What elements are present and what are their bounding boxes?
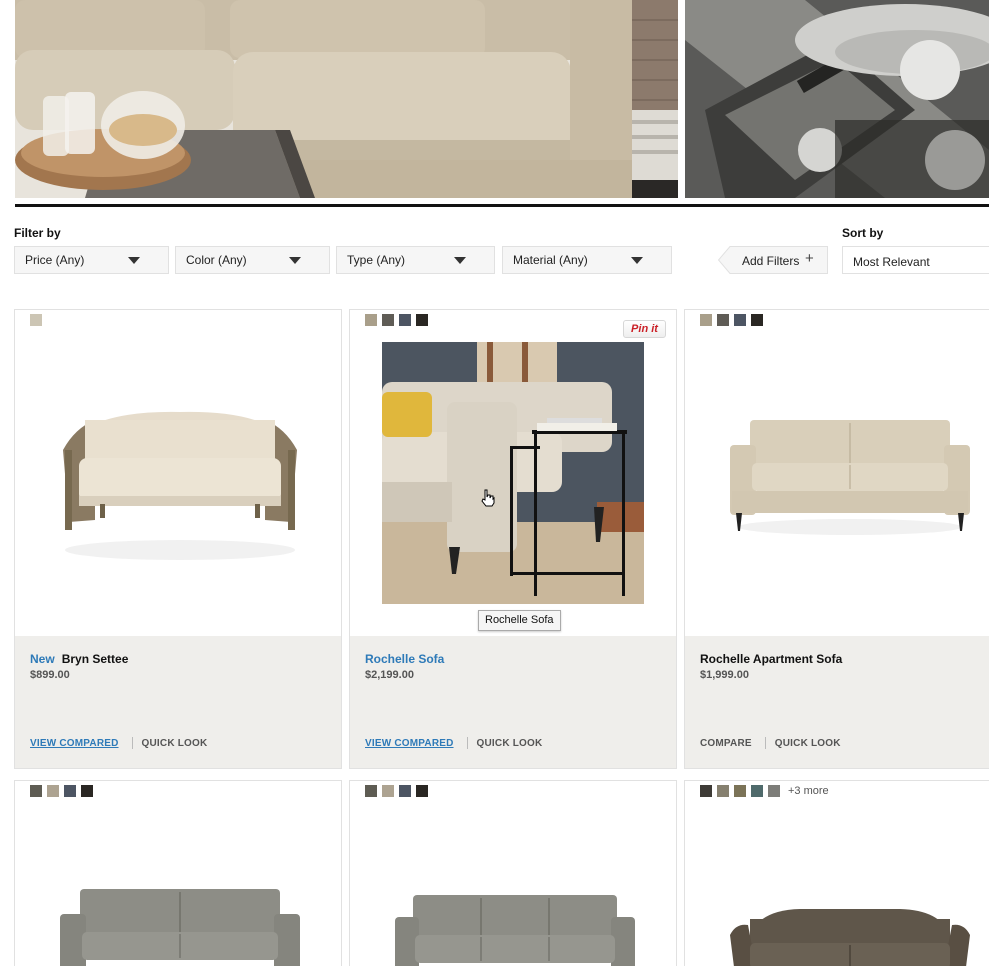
hero-banner [15, 0, 989, 198]
divider [131, 737, 133, 749]
color-swatch[interactable] [382, 314, 394, 326]
color-swatch[interactable] [365, 314, 377, 326]
compare-link[interactable]: COMPARE [700, 738, 752, 749]
filter-by-label: Filter by [14, 226, 61, 240]
color-swatch[interactable] [416, 314, 428, 326]
color-swatches [30, 785, 93, 797]
sort-value: Most Relevant [853, 255, 930, 269]
product-card-rochelle-apartment-sofa[interactable]: Rochelle Apartment Sofa $1,999.00 COMPAR… [684, 309, 989, 769]
color-swatches [30, 314, 42, 326]
product-image-rochelle-apartment-sofa[interactable] [730, 415, 970, 545]
color-swatches [365, 785, 428, 797]
sort-by-label: Sort by [842, 226, 884, 240]
color-filter-label: Color (Any) [186, 253, 247, 267]
product-actions: COMPARE QUICK LOOK [700, 737, 841, 749]
product-name[interactable]: New Bryn Settee [30, 652, 128, 666]
price-filter-dropdown[interactable]: Price (Any) [14, 246, 169, 274]
product-image-brown-sofa[interactable] [730, 905, 970, 966]
product-tooltip: Rochelle Sofa [478, 610, 561, 631]
chevron-down-icon [454, 256, 466, 264]
product-price: $899.00 [30, 669, 70, 681]
color-swatch[interactable] [399, 785, 411, 797]
type-filter-label: Type (Any) [347, 253, 406, 267]
color-swatch[interactable] [700, 785, 712, 797]
quick-look-link[interactable]: QUICK LOOK [775, 738, 841, 749]
product-image-area [15, 310, 341, 636]
product-card[interactable] [349, 780, 677, 966]
color-swatch[interactable] [382, 785, 394, 797]
new-badge: New [30, 652, 55, 666]
add-filters-button[interactable]: Add Filters + [718, 246, 828, 274]
product-image-rochelle-sofa[interactable] [382, 342, 644, 604]
product-image-bryn-settee[interactable] [55, 400, 305, 580]
hero-image-craftsman [685, 0, 989, 198]
color-swatch[interactable] [734, 785, 746, 797]
product-price: $1,999.00 [700, 669, 749, 681]
chevron-down-icon [631, 256, 643, 264]
hand-cursor-icon [481, 489, 495, 507]
product-name-text[interactable]: Bryn Settee [62, 652, 129, 666]
color-swatch[interactable] [81, 785, 93, 797]
view-compared-link[interactable]: VIEW COMPARED [30, 738, 119, 749]
color-swatch[interactable] [399, 314, 411, 326]
product-image-gray-three-seat-sofa[interactable] [395, 895, 635, 966]
more-colors-link[interactable]: +3 more [788, 785, 829, 797]
product-card-bryn-settee[interactable]: New Bryn Settee $899.00 VIEW COMPARED QUI… [14, 309, 342, 769]
color-swatch[interactable] [64, 785, 76, 797]
product-card-rochelle-sofa[interactable]: Pin it Rochelle Sofa Rochelle Sofa $2,19… [349, 309, 677, 769]
color-swatch[interactable] [47, 785, 59, 797]
product-card[interactable]: +3 more [684, 780, 989, 966]
price-filter-label: Price (Any) [25, 253, 85, 267]
product-info-panel: Rochelle Sofa $2,199.00 VIEW COMPARED QU… [350, 636, 676, 768]
product-card[interactable] [14, 780, 342, 966]
color-swatch[interactable] [30, 314, 42, 326]
color-filter-dropdown[interactable]: Color (Any) [175, 246, 330, 274]
product-image-gray-sofa[interactable] [60, 889, 300, 966]
color-swatches: +3 more [700, 785, 829, 797]
material-filter-label: Material (Any) [513, 253, 588, 267]
sort-dropdown[interactable]: Most Relevant [842, 246, 989, 274]
quick-look-link[interactable]: QUICK LOOK [142, 738, 208, 749]
chevron-down-icon [128, 256, 140, 264]
color-swatch[interactable] [751, 314, 763, 326]
hero-image-living-room [15, 0, 678, 198]
product-info-panel: New Bryn Settee $899.00 VIEW COMPARED QUI… [15, 636, 341, 768]
product-image-area: Pin it Rochelle Sofa [350, 310, 676, 636]
product-actions: VIEW COMPARED QUICK LOOK [365, 737, 542, 749]
quick-look-link[interactable]: QUICK LOOK [477, 738, 543, 749]
divider [466, 737, 468, 749]
color-swatch[interactable] [717, 785, 729, 797]
color-swatch[interactable] [717, 314, 729, 326]
product-info-panel: Rochelle Apartment Sofa $1,999.00 COMPAR… [685, 636, 989, 768]
product-name[interactable]: Rochelle Apartment Sofa [700, 652, 842, 666]
color-swatch[interactable] [700, 314, 712, 326]
pin-it-button[interactable]: Pin it [623, 320, 666, 338]
color-swatch[interactable] [30, 785, 42, 797]
color-swatches [365, 314, 428, 326]
color-swatch[interactable] [768, 785, 780, 797]
add-filters-label: Add Filters [742, 254, 800, 268]
color-swatch[interactable] [751, 785, 763, 797]
plus-icon: + [805, 250, 814, 267]
product-actions: VIEW COMPARED QUICK LOOK [30, 737, 207, 749]
product-price: $2,199.00 [365, 669, 414, 681]
divider [764, 737, 766, 749]
color-swatch[interactable] [734, 314, 746, 326]
view-compared-link[interactable]: VIEW COMPARED [365, 738, 454, 749]
color-swatch[interactable] [416, 785, 428, 797]
material-filter-dropdown[interactable]: Material (Any) [502, 246, 672, 274]
type-filter-dropdown[interactable]: Type (Any) [336, 246, 495, 274]
chevron-down-icon [289, 256, 301, 264]
color-swatches [700, 314, 763, 326]
product-name[interactable]: Rochelle Sofa [365, 652, 444, 666]
color-swatch[interactable] [365, 785, 377, 797]
hero-divider [15, 204, 989, 207]
product-image-area [685, 310, 989, 636]
